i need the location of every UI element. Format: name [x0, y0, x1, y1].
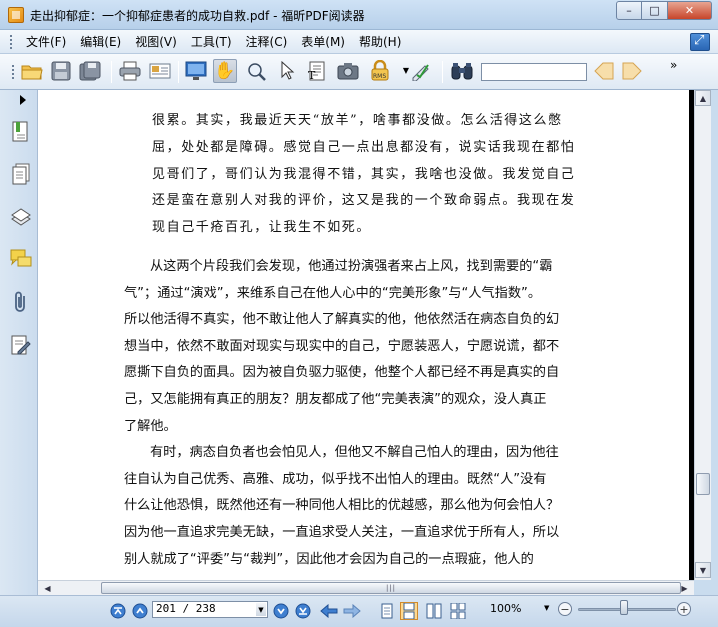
pages-thumbnail-icon[interactable]	[9, 162, 33, 186]
text-line: 从这两个片段我们会发现，他通过扮演强者来占上风，找到需要的“霸	[150, 258, 553, 274]
zoom-dropdown-icon[interactable]: ▼	[544, 604, 549, 612]
menu-file[interactable]: 文件(F)	[19, 33, 73, 50]
navigation-panel	[0, 90, 38, 595]
paragraph: 有时，病态自负者也会怕见人，但他又不解自己怕人的理由，因为他往 往自认为自己优秀…	[124, 440, 604, 573]
text-line: 有时，病态自负者也会怕见人，但他又不解自己怕人的理由，因为他往	[150, 445, 559, 461]
pdf-page: 很累。其实，我最近天天“放羊”，啥事都没做。怎么活得这么憋 屈，处处都是障碍。感…	[124, 108, 604, 573]
text-line: 愿撕下自负的面具。因为被自负驱力驱使，他整个人都已经不再是真实的自	[124, 365, 560, 381]
signatures-icon[interactable]	[9, 333, 33, 357]
save-icon[interactable]	[49, 59, 73, 83]
find-input[interactable]	[481, 63, 587, 81]
svg-text:RMS: RMS	[373, 73, 386, 80]
window-title: 走出抑郁症：一个抑郁症患者的成功自救.pdf - 福昕PDF阅读器	[30, 9, 365, 23]
menu-bar: 文件(F) 编辑(E) 视图(V) 工具(T) 注释(C) 表单(M) 帮助(H…	[0, 30, 718, 54]
text-line: 还是蛮在意别人对我的评价，这又是我的一个致命弱点。我现在发	[152, 193, 576, 209]
toolbar: ✋ T RMS ▼ »	[0, 54, 718, 90]
facing-pages-icon[interactable]	[425, 602, 443, 620]
continuous-facing-icon[interactable]	[449, 602, 467, 620]
close-button[interactable]: ✕	[668, 1, 712, 20]
toolbar-grip-icon	[12, 65, 15, 79]
panel-expand-icon[interactable]	[20, 95, 26, 105]
title-bar: 走出抑郁症：一个抑郁症患者的成功自救.pdf - 福昕PDF阅读器 – □ ✕	[0, 0, 718, 30]
scroll-right-button[interactable]: ▶	[677, 581, 692, 595]
find-previous-icon[interactable]	[592, 59, 616, 83]
email-icon[interactable]	[148, 59, 172, 83]
print-icon[interactable]	[118, 59, 142, 83]
vertical-scroll-thumb[interactable]	[696, 473, 710, 495]
rms-icon[interactable]: RMS	[368, 59, 392, 83]
continuous-page-icon[interactable]	[400, 602, 418, 620]
text-line: 什么让他恐惧，既然他还有一种同他人相比的优越感，那么他为何会怕人？	[124, 498, 560, 514]
menu-help[interactable]: 帮助(H)	[352, 33, 408, 50]
page-number-input[interactable]: 201 / 238	[152, 601, 268, 618]
menu-grip-icon	[10, 34, 13, 49]
text-line: 了解他。	[124, 418, 177, 434]
scroll-up-button[interactable]: ▲	[695, 90, 711, 106]
vertical-scrollbar[interactable]: ▲ ▼	[694, 90, 711, 580]
toolbar-separator	[178, 61, 179, 83]
scroll-left-button[interactable]: ◀	[40, 581, 55, 595]
paragraph: 从这两个片段我们会发现，他通过扮演强者来占上风，找到需要的“霸 气”；通过“演戏…	[124, 254, 604, 440]
menu-comment[interactable]: 注释(C)	[239, 33, 295, 50]
text-line: 见哥们了，哥们认为我混得不错，其实，我啥也没做。我发觉自己	[152, 166, 576, 182]
go-back-icon[interactable]	[320, 602, 338, 620]
menu-edit[interactable]: 编辑(E)	[73, 33, 128, 50]
snapshot-icon[interactable]	[336, 59, 360, 83]
go-forward-icon[interactable]	[343, 602, 361, 620]
sign-icon[interactable]	[410, 59, 434, 83]
horizontal-scrollbar[interactable]: ◀ ||| ▶	[38, 580, 694, 595]
comments-icon[interactable]	[9, 247, 33, 271]
bookmarks-icon[interactable]	[9, 120, 33, 144]
text-line: 往自认为自己优秀、高雅、成功，似乎找不出怕人的理由。既然“人”没有	[124, 471, 547, 487]
text-line: 气”；通过“演戏”，来维系自己在他人心中的“完美形象”与“人气指数”。	[124, 285, 542, 301]
zoom-level[interactable]: 100%	[490, 602, 521, 615]
restore-layout-icon[interactable]	[690, 33, 710, 51]
page-dropdown-icon[interactable]: ▼	[256, 603, 266, 616]
hand-tool-icon[interactable]: ✋	[213, 59, 237, 83]
previous-page-icon[interactable]	[131, 602, 149, 620]
scroll-down-button[interactable]: ▼	[695, 562, 711, 578]
layers-icon[interactable]	[9, 205, 33, 229]
quote-block: 很累。其实，我最近天天“放羊”，啥事都没做。怎么活得这么憋 屈，处处都是障碍。感…	[124, 108, 604, 242]
text-line: 所以他活得不真实，他不敢让他人了解真实的他，他依然活在病态自负的幻	[124, 312, 560, 328]
toolbar-separator	[111, 61, 112, 83]
text-line: 很累。其实，我最近天天“放羊”，啥事都没做。怎么活得这么憋	[152, 113, 563, 128]
menu-form[interactable]: 表单(M)	[294, 33, 352, 50]
first-page-icon[interactable]	[109, 602, 127, 620]
attachments-icon[interactable]	[9, 290, 33, 314]
zoom-in-button[interactable]: +	[677, 602, 691, 616]
text-line: 屈，处处都是障碍。感觉自己一点出息都没有，说实话我现在都怕	[152, 139, 576, 155]
menu-tools[interactable]: 工具(T)	[184, 33, 239, 50]
select-arrow-icon[interactable]	[275, 59, 299, 83]
text-line: 现自己千疮百孔，让我生不如死。	[152, 220, 372, 236]
zoom-slider-thumb[interactable]	[620, 600, 628, 615]
toolbar-more-icon[interactable]: »	[670, 58, 677, 72]
single-page-icon[interactable]	[378, 602, 396, 620]
text-line: 别人就成了“评委”与“裁判”，因此他才会因为自己的一点瑕疵，他人的	[124, 551, 534, 567]
svg-text:T: T	[308, 69, 316, 81]
find-next-icon[interactable]	[620, 59, 644, 83]
text-line: 己，又怎能拥有真正的朋友？朋友都成了他“完美表演”的观众，没人真正	[124, 391, 547, 407]
horizontal-scroll-thumb[interactable]: |||	[101, 582, 681, 594]
next-page-icon[interactable]	[272, 602, 290, 620]
text-line: 想当中，依然不敢面对现实与现实中的自己，宁愿装恶人，宁愿说谎，都不	[124, 338, 560, 354]
open-folder-icon[interactable]	[20, 59, 44, 83]
save-as-icon[interactable]	[78, 59, 102, 83]
toolbar-separator	[442, 61, 443, 83]
zoom-tool-icon[interactable]	[245, 59, 269, 83]
last-page-icon[interactable]	[294, 602, 312, 620]
fullscreen-icon[interactable]	[184, 59, 208, 83]
minimize-button[interactable]: –	[616, 1, 642, 20]
text-select-icon[interactable]: T	[305, 59, 329, 83]
find-binoculars-icon[interactable]	[450, 59, 474, 83]
window-controls: – □ ✕	[616, 1, 712, 20]
app-icon	[8, 7, 24, 23]
text-line: 因为他一直追求完美无缺，一直追求受人关注，一直追求优于所有人，所以	[124, 524, 560, 540]
document-view[interactable]: 很累。其实，我最近天天“放羊”，啥事都没做。怎么活得这么憋 屈，处处都是障碍。感…	[38, 90, 694, 580]
zoom-out-button[interactable]: −	[558, 602, 572, 616]
menu-view[interactable]: 视图(V)	[128, 33, 184, 50]
status-bar: 201 / 238 ▼ 100% ▼ − +	[0, 595, 718, 627]
maximize-button[interactable]: □	[642, 1, 668, 20]
